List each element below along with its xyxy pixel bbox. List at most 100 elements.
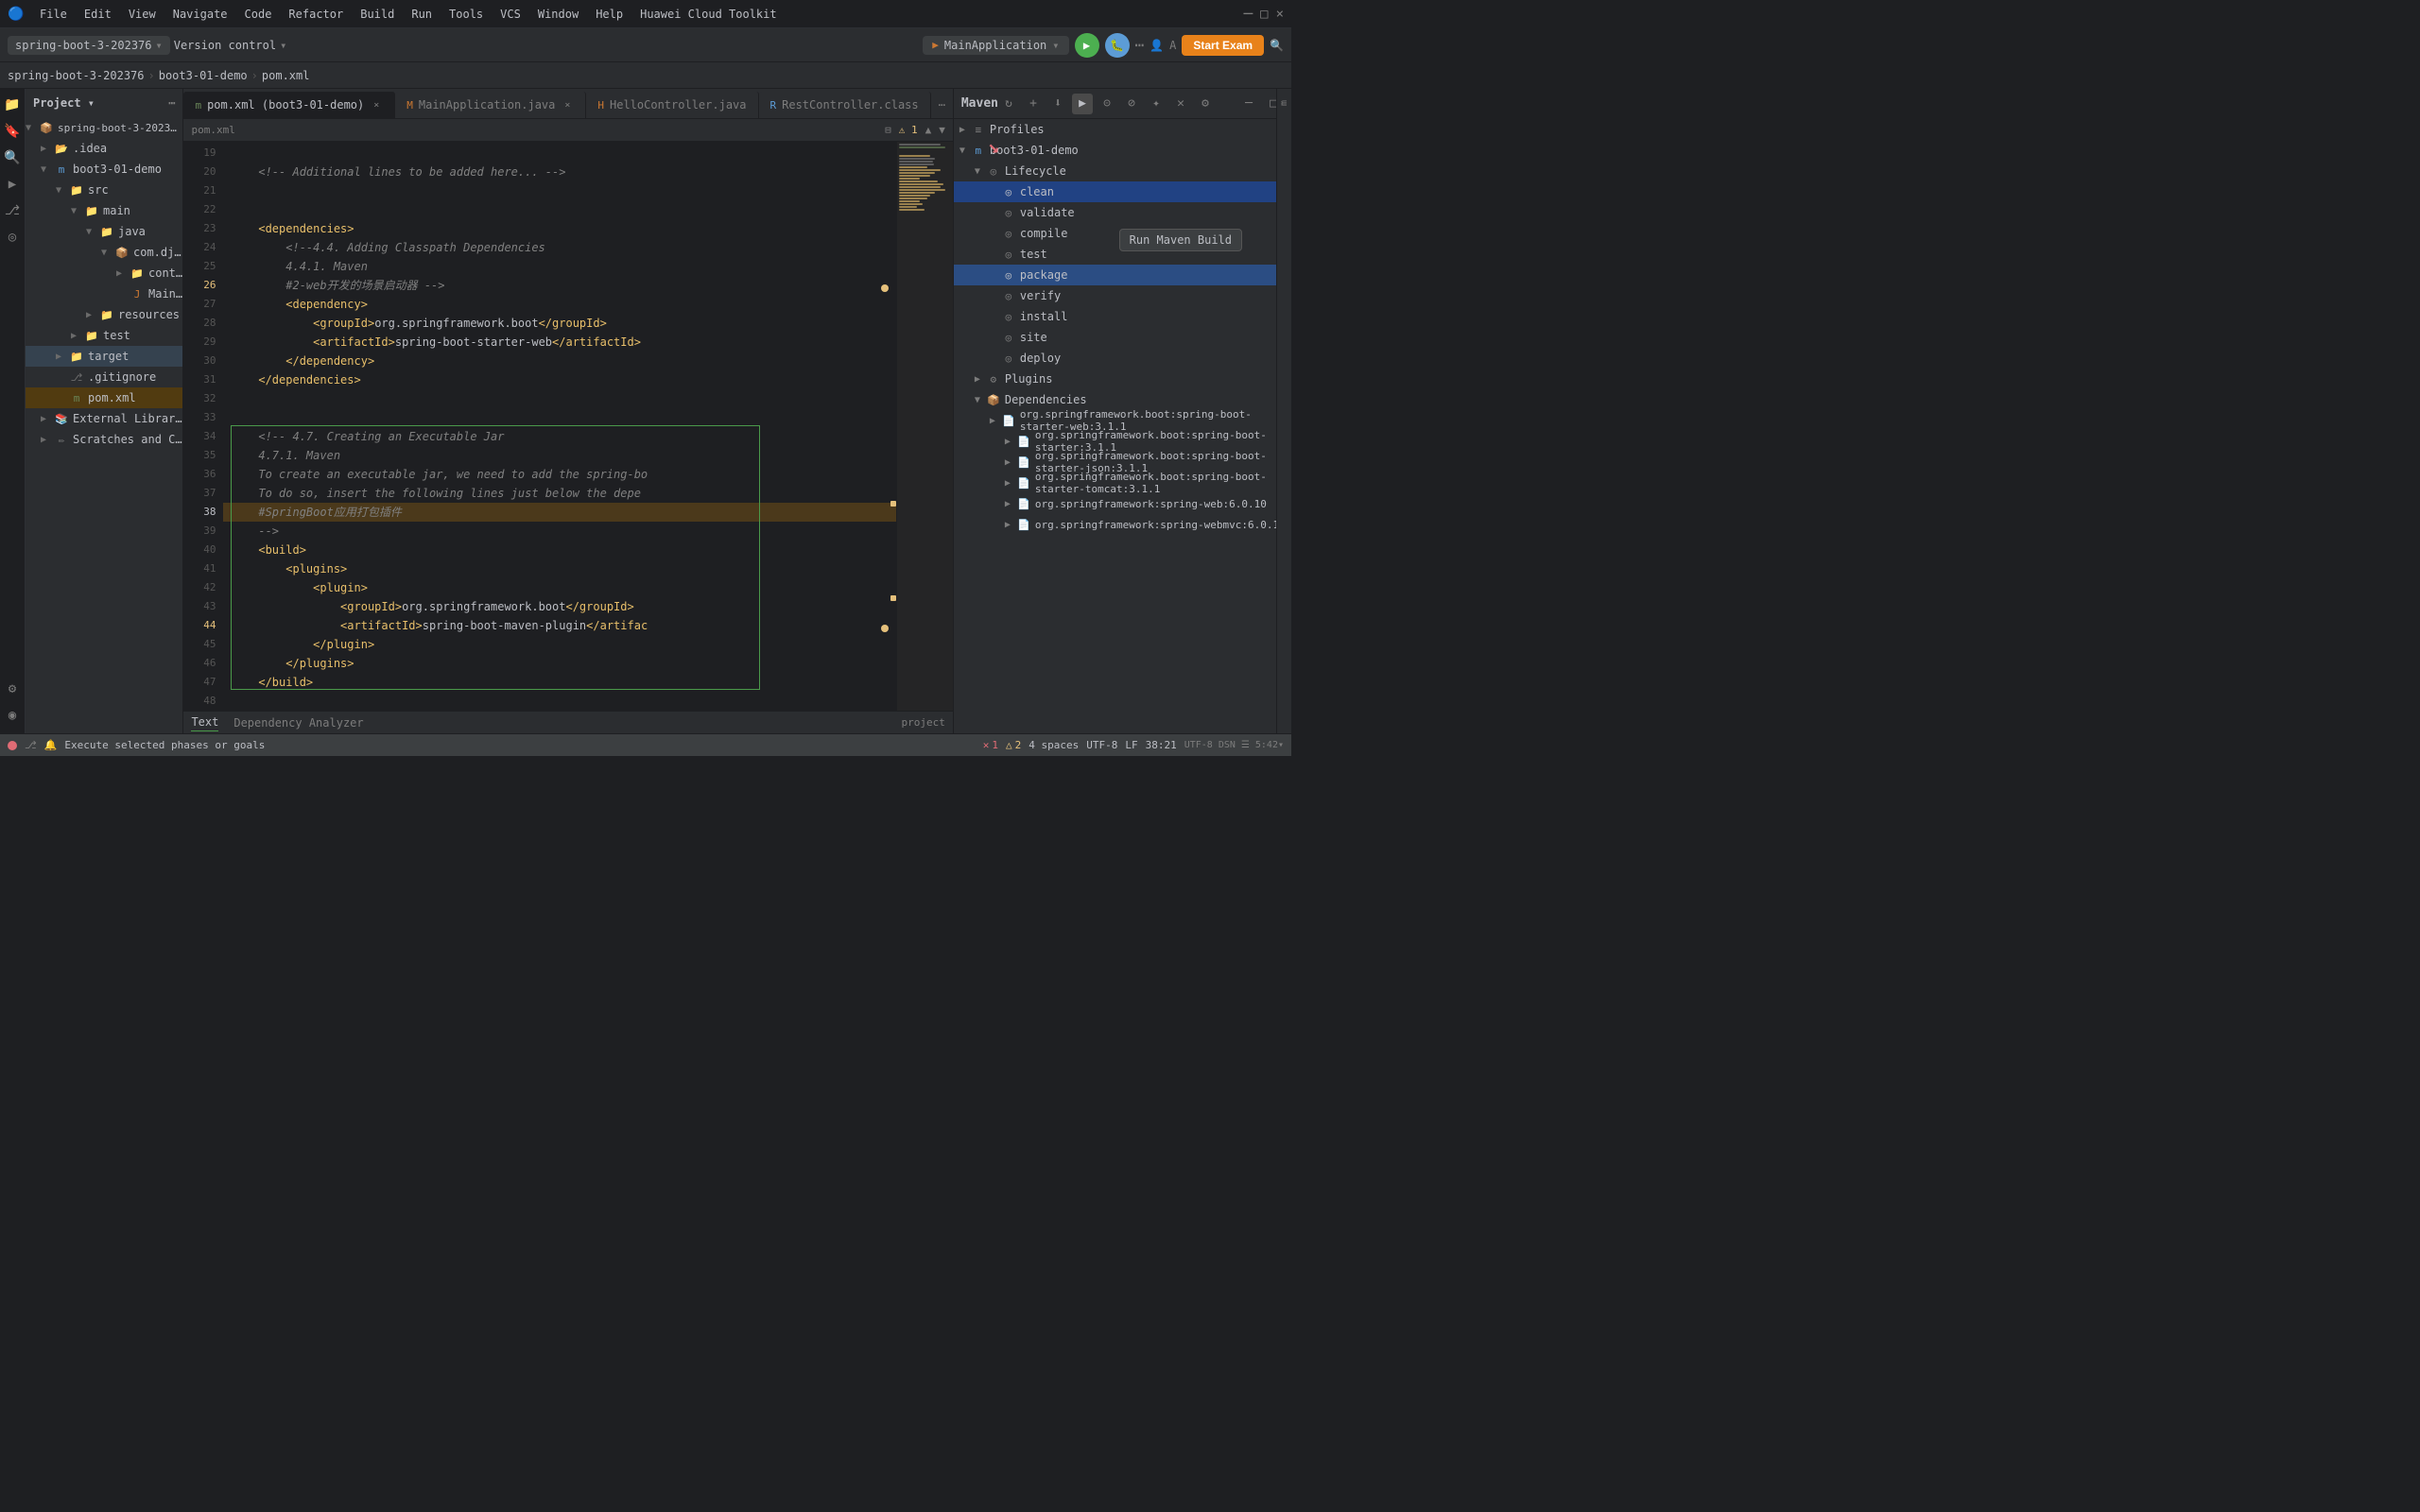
- run-button[interactable]: ▶: [1075, 33, 1099, 58]
- maven-refresh-button[interactable]: ↻: [998, 94, 1019, 114]
- maven-item-spring-webmvc[interactable]: ▶ 📄 org.springframework:spring-webmvc:6.…: [954, 514, 1291, 535]
- menu-tools[interactable]: Tools: [441, 6, 491, 23]
- activity-project[interactable]: 📁: [0, 93, 25, 117]
- profile-icon[interactable]: 👤: [1150, 39, 1164, 52]
- breadcrumb-item-file[interactable]: pom.xml: [262, 69, 310, 82]
- tree-item-mainapplication[interactable]: ▶ J MainApplication: [26, 284, 182, 304]
- menu-edit[interactable]: Edit: [77, 6, 119, 23]
- tree-item-main[interactable]: ▼ 📁 main: [26, 200, 182, 221]
- tree-item-resources[interactable]: ▶ 📁 resources: [26, 304, 182, 325]
- more-options-button[interactable]: ⋯: [1135, 36, 1145, 54]
- encoding-indicator[interactable]: UTF-8: [1086, 739, 1117, 751]
- menu-build[interactable]: Build: [353, 6, 402, 23]
- maven-item-deploy[interactable]: ▶ ◎ deploy: [954, 348, 1291, 369]
- warning-count[interactable]: △ 2: [1006, 739, 1021, 751]
- activity-bookmarks[interactable]: 🔖: [0, 119, 25, 144]
- run-configuration[interactable]: ▶ MainApplication ▾: [923, 36, 1068, 55]
- debug-button[interactable]: 🐛: [1105, 33, 1130, 58]
- tab-close-pomxml[interactable]: ×: [370, 98, 383, 112]
- maven-item-package[interactable]: ▶ ◎ package: [954, 265, 1291, 285]
- breadcrumb-item-project[interactable]: spring-boot-3-202376: [8, 69, 145, 82]
- tab-pomxml[interactable]: m pom.xml (boot3-01-demo) ×: [183, 92, 395, 118]
- maven-item-starter-tomcat[interactable]: ▶ 📄 org.springframework.boot:spring-boot…: [954, 472, 1291, 493]
- tree-item-package[interactable]: ▼ 📦 com.djc.boot: [26, 242, 182, 263]
- folding-icon[interactable]: ⊟: [885, 124, 891, 136]
- maven-item-clean[interactable]: ▶ ◎ clean: [954, 181, 1291, 202]
- maven-add-button[interactable]: +: [1023, 94, 1044, 114]
- maven-settings-button[interactable]: ⚙: [1195, 94, 1216, 114]
- translate-icon[interactable]: A: [1169, 39, 1176, 52]
- menu-refactor[interactable]: Refactor: [281, 6, 351, 23]
- tree-item-gitignore[interactable]: ▶ ⎇ .gitignore: [26, 367, 182, 387]
- collapse-icon[interactable]: ▼: [939, 124, 945, 136]
- menu-huawei[interactable]: Huawei Cloud Toolkit: [632, 6, 785, 23]
- maven-item-starter-web[interactable]: ▶ 📄 org.springframework.boot:spring-boot…: [954, 410, 1291, 431]
- error-count[interactable]: ✕ 1: [983, 739, 998, 751]
- menu-view[interactable]: View: [121, 6, 164, 23]
- maven-item-verify[interactable]: ▶ ◎ verify: [954, 285, 1291, 306]
- tab-restcontroller[interactable]: R RestController.class: [759, 92, 931, 118]
- activity-unknown2[interactable]: ◉: [0, 703, 25, 728]
- menu-help[interactable]: Help: [588, 6, 631, 23]
- maven-item-validate[interactable]: ▶ ◎ validate: [954, 202, 1291, 223]
- maven-minimize-button[interactable]: ─: [1238, 94, 1259, 114]
- menu-window[interactable]: Window: [530, 6, 586, 23]
- tree-item-boot3[interactable]: ▼ m boot3-01-demo: [26, 159, 182, 180]
- sidebar-options-icon[interactable]: ⋯: [168, 96, 175, 110]
- tab-hellocontroller[interactable]: H HelloController.java: [586, 92, 758, 118]
- minimize-button[interactable]: ─: [1243, 5, 1253, 23]
- maven-item-plugins[interactable]: ▶ ⚙ Plugins: [954, 369, 1291, 389]
- maven-item-install[interactable]: ▶ ◎ install: [954, 306, 1291, 327]
- activity-search[interactable]: 🔍: [0, 146, 25, 170]
- maven-item-dependencies[interactable]: ▼ 📦 Dependencies: [954, 389, 1291, 410]
- project-selector[interactable]: spring-boot-3-202376 ▾: [8, 36, 170, 55]
- version-control-selector[interactable]: Version control ▾: [174, 39, 287, 52]
- tree-item-test[interactable]: ▶ 📁 test: [26, 325, 182, 346]
- tree-item-pomxml[interactable]: ▶ m pom.xml: [26, 387, 182, 408]
- tree-item-idea[interactable]: ▶ 📂 .idea: [26, 138, 182, 159]
- menu-navigate[interactable]: Navigate: [165, 6, 235, 23]
- maven-item-profiles[interactable]: ▶ ≡ Profiles: [954, 119, 1291, 140]
- maven-download-button[interactable]: ⬇: [1047, 94, 1068, 114]
- branch-icon[interactable]: ⎇: [25, 739, 37, 751]
- activity-settings[interactable]: ⚙: [0, 677, 25, 701]
- maximize-button[interactable]: □: [1260, 7, 1268, 22]
- maven-run-button[interactable]: ▶: [1072, 94, 1093, 114]
- code-content[interactable]: <!-- Additional lines to be added here..…: [223, 142, 895, 711]
- tree-item-controller[interactable]: ▶ 📁 controller: [26, 263, 182, 284]
- expand-icon[interactable]: ▲: [925, 124, 932, 136]
- menu-vcs[interactable]: VCS: [493, 6, 528, 23]
- menu-run[interactable]: Run: [404, 6, 440, 23]
- maven-close-button[interactable]: ✕: [1170, 94, 1191, 114]
- menu-code[interactable]: Code: [237, 6, 280, 23]
- tree-item-src[interactable]: ▼ 📁 src: [26, 180, 182, 200]
- maven-toggle-offline[interactable]: ⊝: [1097, 94, 1117, 114]
- start-exam-button[interactable]: Start Exam: [1182, 35, 1264, 56]
- tab-close-mainapplication[interactable]: ×: [561, 98, 574, 112]
- line-ending-indicator[interactable]: LF: [1125, 739, 1137, 751]
- activity-git[interactable]: ⎇: [0, 198, 25, 223]
- menu-file[interactable]: File: [32, 6, 75, 23]
- activity-run[interactable]: ▶: [0, 172, 25, 197]
- tab-more-button[interactable]: ⋯: [931, 92, 953, 118]
- breadcrumb-item-module[interactable]: boot3-01-demo: [159, 69, 248, 82]
- maven-item-site[interactable]: ▶ ◎ site: [954, 327, 1291, 348]
- search-icon[interactable]: 🔍: [1270, 39, 1284, 52]
- maven-item-spring-web[interactable]: ▶ 📄 org.springframework:spring-web:6.0.1…: [954, 493, 1291, 514]
- close-button[interactable]: ×: [1276, 7, 1284, 22]
- notification-icon[interactable]: 🔔: [44, 739, 58, 751]
- tree-item-external-libs[interactable]: ▶ 📚 External Libraries: [26, 408, 182, 429]
- bottom-tab-dependency[interactable]: Dependency Analyzer: [233, 714, 363, 731]
- maven-item-lifecycle[interactable]: ▼ ◎ Lifecycle: [954, 161, 1291, 181]
- tree-item-target[interactable]: ▶ 📁 target: [26, 346, 182, 367]
- activity-unknown1[interactable]: ◎: [0, 225, 25, 249]
- tree-item-scratches[interactable]: ▶ ✏ Scratches and Consoles: [26, 429, 182, 450]
- tab-mainapplication[interactable]: M MainApplication.java ×: [395, 92, 586, 118]
- spaces-indicator[interactable]: 4 spaces: [1028, 739, 1079, 751]
- maven-generate-button[interactable]: ✦: [1146, 94, 1167, 114]
- maven-item-starter[interactable]: ▶ 📄 org.springframework.boot:spring-boot…: [954, 431, 1291, 452]
- maven-item-starter-json[interactable]: ▶ 📄 org.springframework.boot:spring-boot…: [954, 452, 1291, 472]
- tree-item-java[interactable]: ▼ 📁 java: [26, 221, 182, 242]
- maven-skip-tests[interactable]: ⊘: [1121, 94, 1142, 114]
- tree-item-root[interactable]: ▼ 📦 spring-boot-3-202376 D:\project\Idea…: [26, 117, 182, 138]
